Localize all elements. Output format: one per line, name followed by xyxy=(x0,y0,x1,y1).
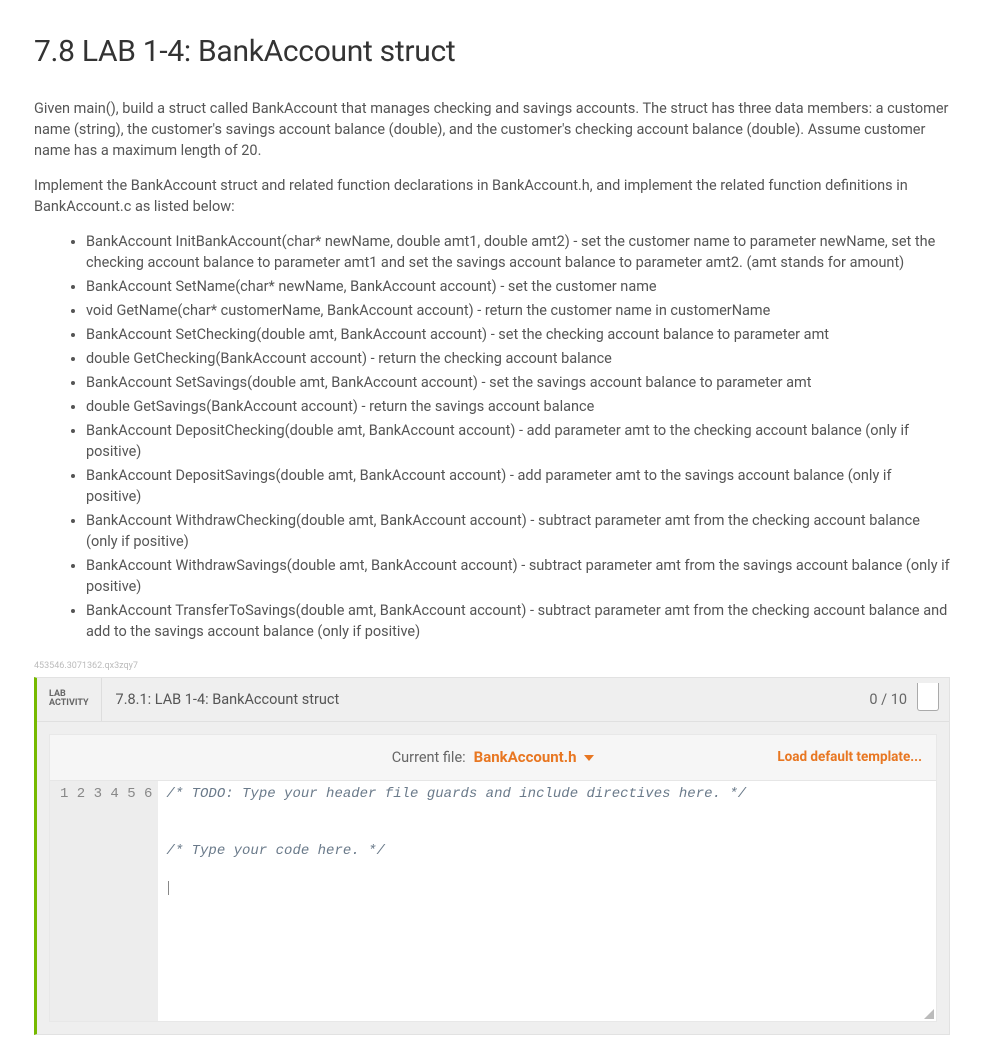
function-list-item: BankAccount SetSavings(double amt, BankA… xyxy=(86,372,950,393)
resize-handle-icon[interactable] xyxy=(924,1009,934,1019)
function-list: BankAccount InitBankAccount(char* newNam… xyxy=(34,231,950,642)
lab-activity-label: LAB ACTIVITY xyxy=(37,678,102,721)
activity-hash: 453546.3071362.qx3zqy7 xyxy=(34,660,950,673)
line-number-gutter: 1 2 3 4 5 6 xyxy=(50,781,158,1021)
function-list-item: BankAccount SetName(char* newName, BankA… xyxy=(86,276,950,297)
function-list-item: BankAccount DepositSavings(double amt, B… xyxy=(86,465,950,507)
intro-paragraph-1: Given main(), build a struct called Bank… xyxy=(34,98,950,161)
lab-title: 7.8.1: LAB 1-4: BankAccount struct xyxy=(102,689,870,710)
lab-header: LAB ACTIVITY 7.8.1: LAB 1-4: BankAccount… xyxy=(37,678,949,722)
current-file-label: Current file: xyxy=(392,747,466,768)
lab-label-line2: ACTIVITY xyxy=(49,699,89,709)
current-file-dropdown[interactable]: BankAccount.h xyxy=(474,747,595,769)
chevron-down-icon xyxy=(584,755,594,761)
current-file-name-text: BankAccount.h xyxy=(474,748,577,766)
score-badge-icon xyxy=(917,683,939,711)
code-editor: Current file: BankAccount.h Load default… xyxy=(49,734,937,1022)
function-list-item: double GetChecking(BankAccount account) … xyxy=(86,348,950,369)
function-list-item: double GetSavings(BankAccount account) -… xyxy=(86,396,950,417)
code-lines[interactable]: /* TODO: Type your header file guards an… xyxy=(158,781,936,1021)
function-list-item: BankAccount InitBankAccount(char* newNam… xyxy=(86,231,950,273)
function-list-item: void GetName(char* customerName, BankAcc… xyxy=(86,300,950,321)
code-area[interactable]: 1 2 3 4 5 6 /* TODO: Type your header fi… xyxy=(50,781,936,1021)
page-title: 7.8 LAB 1-4: BankAccount struct xyxy=(34,30,950,74)
function-list-item: BankAccount WithdrawChecking(double amt,… xyxy=(86,510,950,552)
editor-toolbar: Current file: BankAccount.h Load default… xyxy=(50,735,936,781)
load-default-template-link[interactable]: Load default template... xyxy=(777,748,922,768)
function-list-item: BankAccount DepositChecking(double amt, … xyxy=(86,420,950,462)
function-list-item: BankAccount SetChecking(double amt, Bank… xyxy=(86,324,950,345)
function-list-item: BankAccount TransferToSavings(double amt… xyxy=(86,600,950,642)
lab-activity-box: LAB ACTIVITY 7.8.1: LAB 1-4: BankAccount… xyxy=(34,677,950,1035)
function-list-item: BankAccount WithdrawSavings(double amt, … xyxy=(86,555,950,597)
lab-score: 0 / 10 xyxy=(869,689,917,710)
intro-paragraph-2: Implement the BankAccount struct and rel… xyxy=(34,175,950,217)
